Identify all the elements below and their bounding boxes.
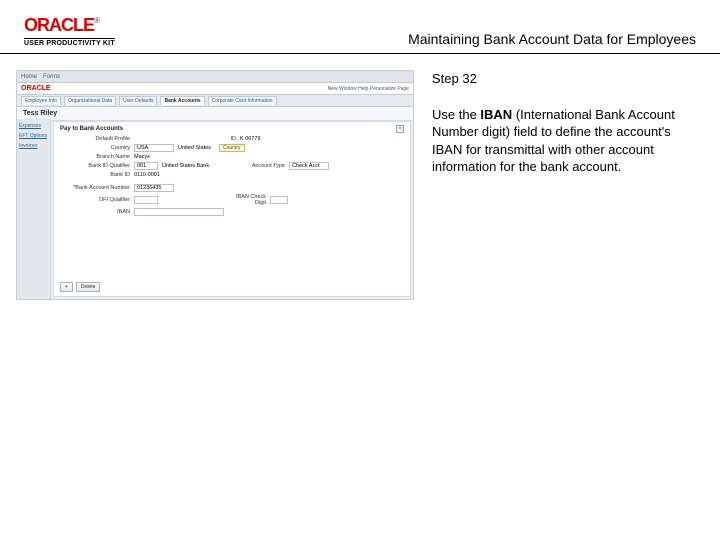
step-text: Use the IBAN (International Bank Account…	[432, 106, 704, 176]
ss-tab-bank[interactable]: Bank Accounts	[160, 96, 204, 105]
delete-button[interactable]: Delete	[76, 282, 100, 292]
val-ibanck[interactable]	[270, 196, 288, 204]
val-ban[interactable]: 01236435	[134, 184, 174, 192]
txt-country: United States	[178, 145, 211, 151]
lbl-ban: *Bank Account Number	[60, 185, 130, 191]
oracle-wordmark: ORACLE	[24, 15, 94, 35]
upk-label: USER PRODUCTIVITY KIT	[24, 38, 115, 47]
txt-bankidq: United States Bank	[162, 163, 209, 169]
ss-tab-defaults[interactable]: User Defaults	[119, 96, 157, 105]
lbl-ibanck: IBAN Check Digit	[236, 194, 266, 206]
step-label: Step 32	[432, 70, 704, 88]
lbl-default: Default Profile	[60, 136, 130, 142]
lbl-dfi: DFI Qualifier	[60, 197, 130, 203]
lbl-id: ID	[218, 136, 236, 142]
step-text-bold: IBAN	[480, 107, 512, 122]
ss-tab-card[interactable]: Corporate Card Information	[208, 96, 277, 105]
ss-tabrow: Employee Info Organizational Data User D…	[17, 95, 413, 107]
ss-tab-org[interactable]: Organizational Data	[64, 96, 116, 105]
brand-logo: ORACLE® USER PRODUCTIVITY KIT	[24, 16, 115, 47]
ss-brand: ORACLE	[21, 85, 51, 92]
val-bankidq[interactable]: 001	[134, 162, 158, 170]
lbl-bankid: Bank ID	[60, 172, 130, 178]
ss-menubar: Home Forms	[17, 71, 413, 83]
lbl-accttype: Account Type	[241, 163, 285, 169]
close-icon[interactable]: ×	[396, 125, 404, 133]
page-title: Maintaining Bank Account Data for Employ…	[408, 31, 696, 47]
lbl-country: Country	[60, 145, 130, 151]
lbl-bankidq: Bank ID Qualifier	[60, 163, 130, 169]
val-country[interactable]: USA	[134, 144, 174, 152]
val-id: K 00779	[240, 136, 261, 142]
ss-side-eft[interactable]: EFT Options	[19, 133, 48, 139]
iban-field[interactable]	[134, 208, 224, 216]
val-bankid: 0110-0001	[134, 172, 160, 178]
registered-mark: ®	[94, 16, 100, 25]
ss-menu-home: Home	[21, 74, 37, 80]
ss-panel-title: Pay to Bank Accounts	[60, 126, 404, 132]
ss-brandbar: ORACLE New Window Help Personalize Page	[17, 83, 413, 95]
ss-sidebar: Expenses EFT Options Invoices	[17, 119, 51, 299]
lbl-iban: IBAN	[60, 209, 130, 215]
app-screenshot: Home Forms ORACLE New Window Help Person…	[16, 70, 414, 300]
step-text-pre: Use the	[432, 107, 480, 122]
ss-side-invoices[interactable]: Invoices	[19, 143, 48, 149]
ss-brand-links: New Window Help Personalize Page	[328, 86, 409, 92]
tag-country: Country	[219, 144, 245, 152]
ss-menu-forms: Forms	[43, 74, 60, 80]
val-accttype[interactable]: Check Acct	[289, 162, 329, 170]
lbl-branch: Branch Name	[60, 154, 130, 160]
ss-panel-bank: × Pay to Bank Accounts Default Profile I…	[53, 121, 411, 297]
val-branch: Macys	[134, 154, 150, 160]
ss-side-expenses[interactable]: Expenses	[19, 123, 48, 129]
val-dfi[interactable]	[134, 196, 158, 204]
ss-tab-employee[interactable]: Employee Info	[21, 96, 61, 105]
instruction-column: Step 32 Use the IBAN (International Bank…	[432, 70, 704, 300]
add-button[interactable]: +	[60, 282, 73, 292]
